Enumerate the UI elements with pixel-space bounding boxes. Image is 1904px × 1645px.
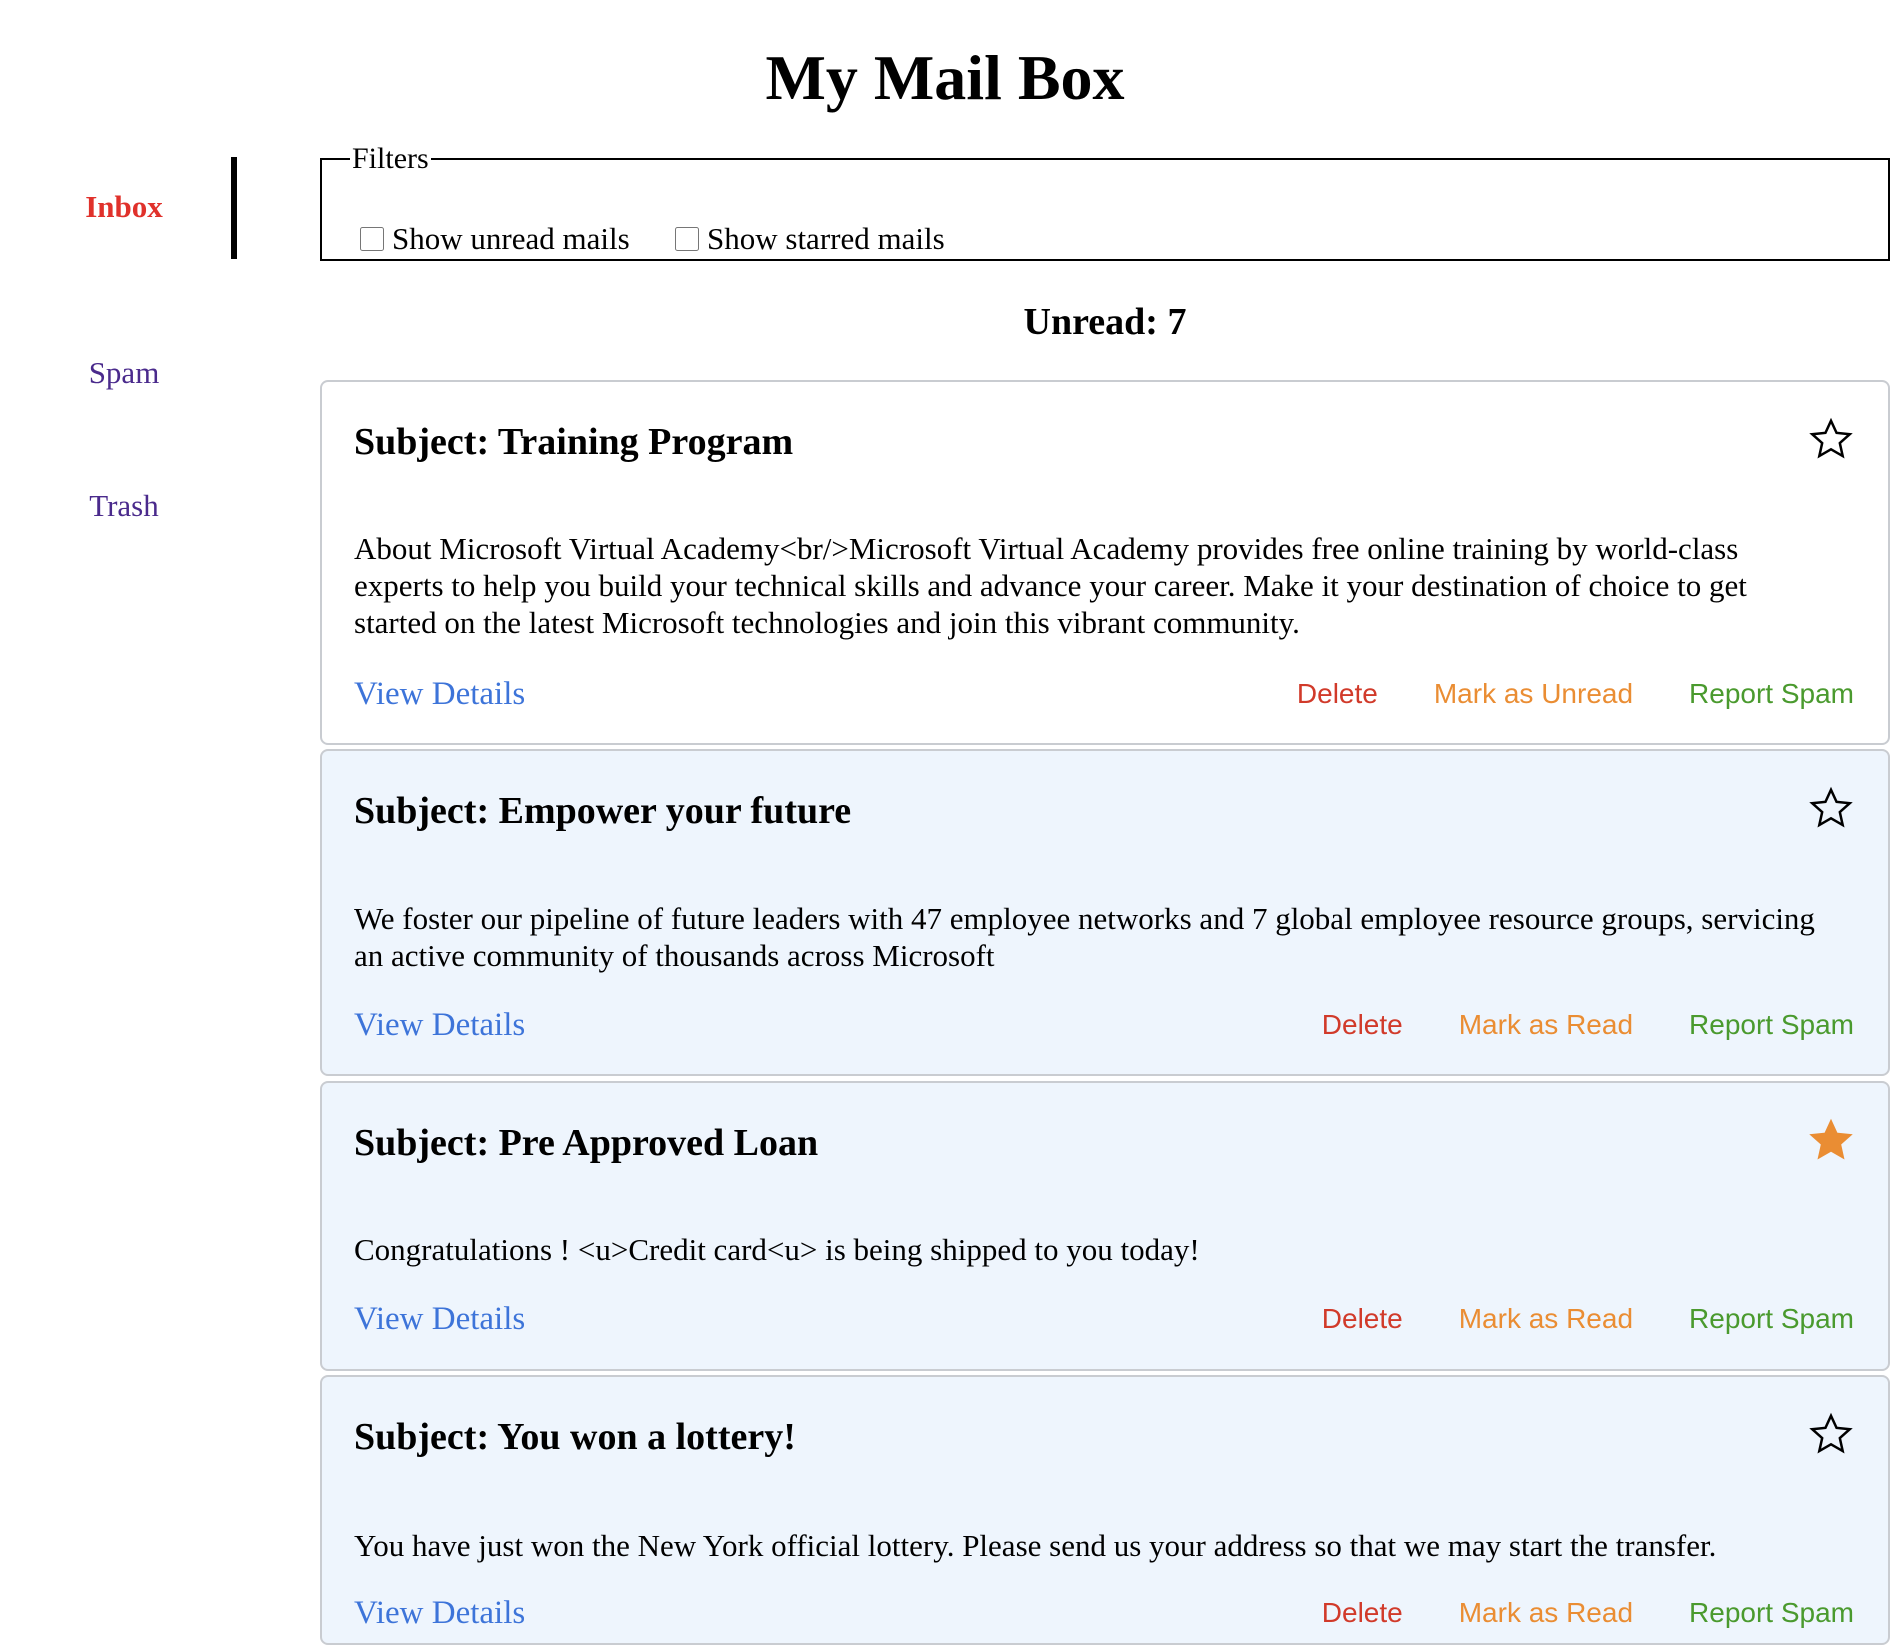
view-details-link[interactable]: View Details [354,1005,525,1045]
filters-legend: Filters [352,142,429,175]
mark-read-button[interactable]: Mark as Read [1459,1005,1633,1045]
mail-subject: Subject: Pre Approved Loan [354,1122,819,1164]
filter-starred[interactable]: Show starred mails [675,219,945,259]
delete-button[interactable]: Delete [1322,1593,1403,1633]
mark-unread-button[interactable]: Mark as Unread [1434,674,1633,714]
filters-panel: Filters Show unread mails Show starred m… [320,143,1890,261]
view-details-link[interactable]: View Details [354,1593,525,1633]
report-spam-button[interactable]: Report Spam [1689,1299,1854,1339]
mail-body: You have just won the New York official … [354,1528,1717,1563]
sidebar-item-trash[interactable]: Trash [0,486,248,526]
mail-body: Congratulations ! <u>Credit card<u> is b… [354,1232,1200,1267]
sidebar-item-spam[interactable]: Spam [0,353,248,393]
unread-filter-label: Show unread mails [392,221,630,256]
mail-actions: Delete Mark as Read Report Spam [1322,1299,1854,1339]
mail-card: Subject: Empower your future We foster o… [320,749,1890,1076]
star-filled-icon[interactable] [1808,1117,1854,1163]
unread-checkbox[interactable] [360,227,384,251]
report-spam-button[interactable]: Report Spam [1689,674,1854,714]
star-outline-icon[interactable] [1808,1411,1854,1457]
view-details-link[interactable]: View Details [354,1299,525,1339]
mail-body: About Microsoft Virtual Academy<br/>Micr… [354,531,1747,640]
view-details-link[interactable]: View Details [354,674,525,714]
mail-subject: Subject: You won a lottery! [354,1416,796,1458]
starred-checkbox[interactable] [675,227,699,251]
mail-card: Subject: Pre Approved Loan Congratulatio… [320,1081,1890,1371]
delete-button[interactable]: Delete [1322,1005,1403,1045]
mail-subject: Subject: Empower your future [354,790,852,832]
mark-read-button[interactable]: Mark as Read [1459,1299,1633,1339]
unread-count: Unread: 7 [1023,301,1187,343]
mark-read-button[interactable]: Mark as Read [1459,1593,1633,1633]
report-spam-button[interactable]: Report Spam [1689,1005,1854,1045]
star-outline-icon[interactable] [1808,785,1854,831]
mail-actions: Delete Mark as Read Report Spam [1322,1005,1854,1045]
starred-filter-label: Show starred mails [707,221,945,256]
active-indicator [231,157,237,259]
mail-actions: Delete Mark as Read Report Spam [1322,1593,1854,1633]
delete-button[interactable]: Delete [1322,1299,1403,1339]
report-spam-button[interactable]: Report Spam [1689,1593,1854,1633]
star-outline-icon[interactable] [1808,416,1854,462]
mail-actions: Delete Mark as Unread Report Spam [1297,674,1854,714]
mail-subject: Subject: Training Program [354,421,794,463]
mail-card: Subject: Training Program About Microsof… [320,380,1890,745]
page-title: My Mail Box [765,42,1125,113]
delete-button[interactable]: Delete [1297,674,1378,714]
sidebar-item-inbox[interactable]: Inbox [0,187,248,227]
mail-card: Subject: You won a lottery! You have jus… [320,1375,1890,1645]
mail-body: We foster our pipeline of future leaders… [354,901,1815,973]
filter-unread[interactable]: Show unread mails [360,219,630,259]
